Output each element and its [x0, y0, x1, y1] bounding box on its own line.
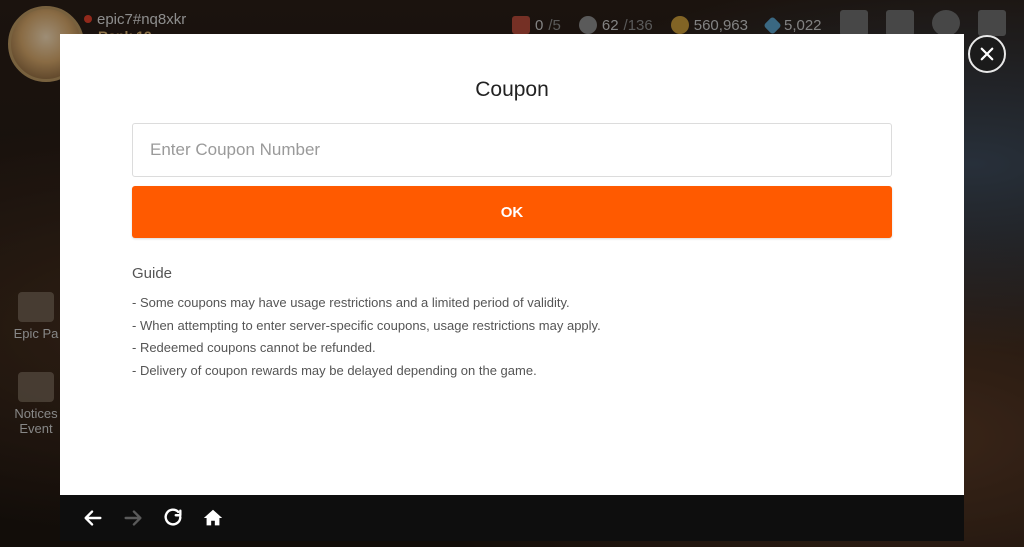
browser-nav-bar: [60, 495, 964, 541]
guide-title: Guide: [132, 265, 173, 282]
guide-item: - Some coupons may have usage restrictio…: [132, 295, 570, 310]
home-button[interactable]: [202, 507, 224, 529]
reload-button[interactable]: [162, 507, 184, 529]
forward-button[interactable]: [122, 507, 144, 529]
modal-title: Coupon: [475, 78, 549, 101]
close-icon: [980, 47, 994, 61]
back-button[interactable]: [82, 507, 104, 529]
arrow-right-icon: [124, 510, 142, 526]
coupon-modal: Coupon OK Guide - Some coupons may have …: [60, 34, 964, 495]
arrow-left-icon: [84, 510, 102, 526]
guide-item: - Delivery of coupon rewards may be dela…: [132, 362, 537, 378]
ok-button[interactable]: OK: [132, 186, 892, 238]
guide-list: - Some coupons may have usage restrictio…: [132, 292, 601, 382]
close-modal-button[interactable]: [968, 35, 1006, 73]
guide-item: - Redeemed coupons cannot be refunded.: [132, 340, 376, 355]
coupon-number-input[interactable]: [132, 123, 892, 177]
reload-icon: [164, 508, 182, 526]
guide-item: - When attempting to enter server-specif…: [132, 317, 601, 333]
home-icon: [203, 509, 223, 526]
